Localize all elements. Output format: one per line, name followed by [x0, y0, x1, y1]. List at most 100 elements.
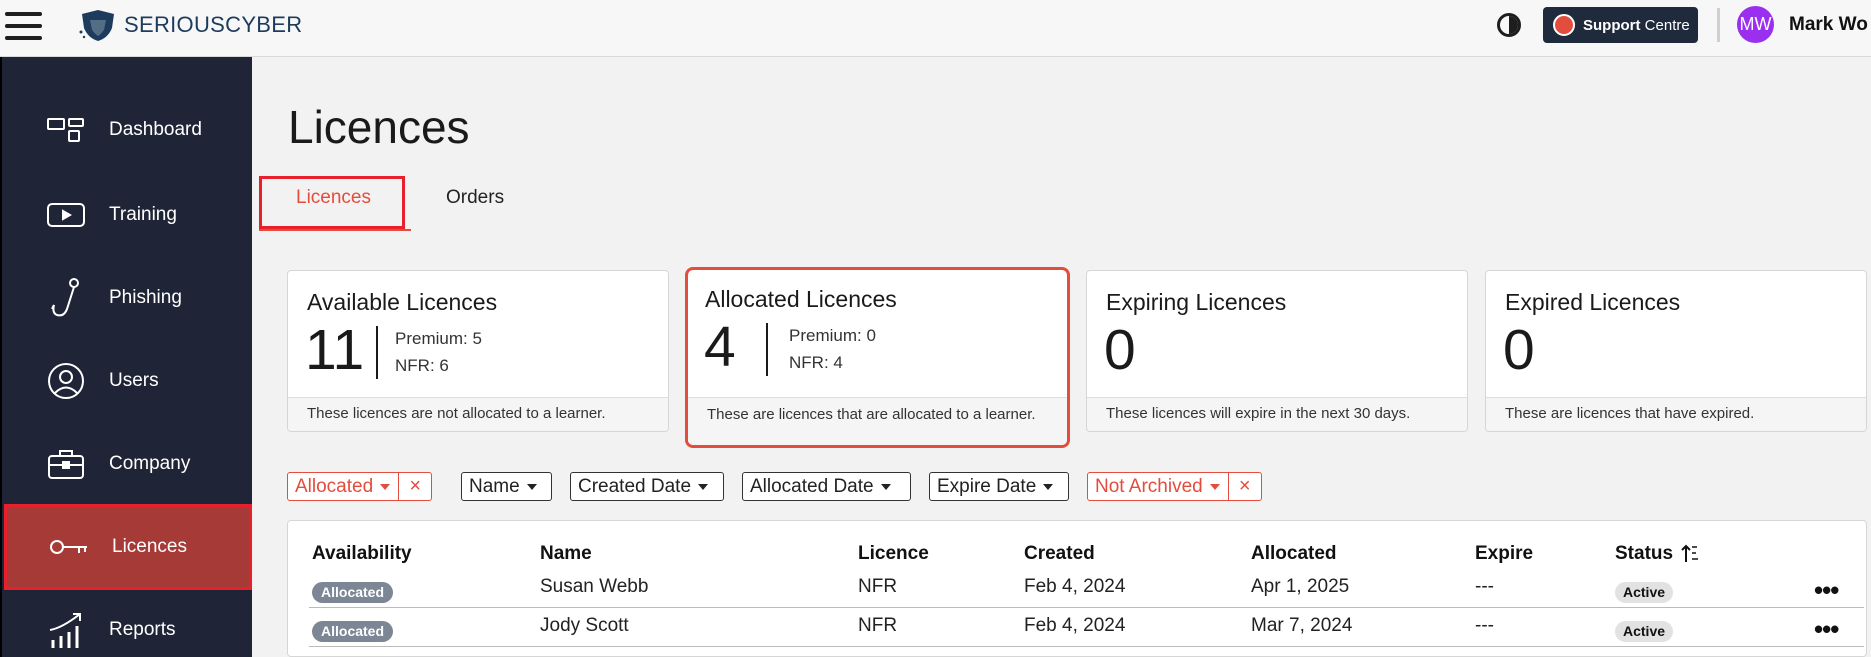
briefcase-icon [46, 444, 86, 484]
shield-logo-icon [79, 10, 114, 41]
availability-badge: Allocated [312, 582, 394, 603]
column-header-expire[interactable]: Expire [1475, 543, 1533, 565]
card-title: Allocated Licences [705, 286, 897, 312]
column-header-created[interactable]: Created [1024, 543, 1095, 565]
column-header-name[interactable]: Name [540, 543, 592, 565]
support-centre-button[interactable]: Support Centre [1543, 7, 1698, 43]
card-footer: These are licences that are allocated to… [688, 397, 1067, 445]
filter-expire-date[interactable]: Expire Date [929, 472, 1069, 501]
column-header-licence[interactable]: Licence [858, 543, 929, 565]
chevron-down-icon [526, 483, 537, 490]
filter-label: Name [469, 475, 520, 497]
cell-name: Jody Scott [540, 615, 629, 636]
tab-active-underline [259, 229, 411, 231]
card-nfr-count: NFR: 6 [395, 356, 449, 375]
card-expired-licences[interactable]: Expired Licences 0 These are licences th… [1485, 270, 1867, 432]
card-title: Available Licences [307, 289, 498, 315]
table-row[interactable] [309, 647, 1864, 656]
card-title: Expired Licences [1505, 289, 1681, 315]
cell-allocated: Apr 1, 2025 [1251, 576, 1350, 597]
filter-label: Not Archived [1095, 475, 1203, 497]
logo[interactable]: SERIOUSCYBER [78, 8, 302, 42]
card-separator [376, 326, 378, 379]
sort-ascending-icon[interactable] [1681, 544, 1699, 564]
headset-icon [1553, 14, 1575, 36]
filter-label: Allocated Date [750, 475, 874, 497]
menu-icon[interactable] [5, 12, 42, 40]
play-icon [46, 195, 86, 235]
status-badge: Active [1615, 582, 1674, 603]
card-title: Expiring Licences [1106, 289, 1287, 315]
sidebar-item-reports[interactable]: Reports [2, 587, 252, 657]
sidebar-item-dashboard[interactable]: Dashboard [2, 87, 252, 173]
filter-allocated-date[interactable]: Allocated Date [742, 472, 911, 501]
sidebar-item-company[interactable]: Company [2, 421, 252, 507]
table-row[interactable]: Allocated Jody Scott NFR Feb 4, 2024 Mar… [309, 608, 1864, 647]
chevron-down-icon [1209, 483, 1220, 490]
key-icon [49, 527, 89, 567]
card-footer: These are licences that have expired. [1486, 397, 1866, 431]
user-icon [46, 361, 86, 401]
card-premium-count: Premium: 5 [395, 329, 482, 348]
tab-licences[interactable]: Licences [296, 187, 371, 209]
availability-badge: Allocated [312, 621, 394, 642]
sidebar-item-training[interactable]: Training [2, 172, 252, 258]
cell-licence: NFR [858, 576, 898, 597]
card-allocated-licences[interactable]: Allocated Licences 4 Premium: 0 NFR: 4 T… [685, 267, 1070, 448]
avatar[interactable]: MW [1737, 6, 1774, 43]
card-value: 11 [305, 318, 365, 382]
tab-orders[interactable]: Orders [446, 187, 504, 209]
card-footer: These licences will expire in the next 3… [1087, 397, 1467, 431]
filter-label: Created Date [578, 475, 692, 497]
hook-icon [46, 278, 86, 318]
status-badge: Active [1615, 621, 1674, 642]
close-icon[interactable]: × [398, 473, 431, 500]
filter-archived[interactable]: Not Archived × [1087, 472, 1262, 501]
column-header-allocated[interactable]: Allocated [1251, 543, 1337, 565]
contrast-icon[interactable] [1497, 13, 1521, 37]
column-header-availability[interactable]: Availability [312, 543, 412, 565]
card-footer: These licences are not allocated to a le… [288, 397, 668, 431]
card-nfr-count: NFR: 4 [789, 353, 843, 372]
sidebar: Dashboard Training Phishing Users Compan… [0, 57, 252, 657]
logo-text: SERIOUSCYBER [124, 12, 303, 37]
cell-expire: --- [1475, 615, 1494, 636]
cell-allocated: Mar 7, 2024 [1251, 615, 1353, 636]
cell-licence: NFR [858, 615, 898, 636]
filter-label: Allocated [295, 475, 374, 497]
filter-availability[interactable]: Allocated × [287, 472, 433, 501]
card-separator [766, 323, 768, 376]
cell-expire: --- [1475, 576, 1494, 597]
column-header-status[interactable]: Status [1615, 543, 1699, 565]
licences-table: Availability Name Licence Created Alloca… [287, 520, 1867, 657]
support-label: Support Centre [1583, 16, 1690, 34]
cell-name: Susan Webb [540, 576, 649, 597]
card-available-licences[interactable]: Available Licences 11 Premium: 5 NFR: 6 … [287, 270, 669, 432]
card-value: 4 [704, 315, 736, 379]
user-name[interactable]: Mark Wo [1789, 14, 1868, 36]
chevron-down-icon [380, 483, 391, 490]
divider [1717, 8, 1720, 42]
card-expiring-licences[interactable]: Expiring Licences 0 These licences will … [1086, 270, 1468, 432]
top-bar: SERIOUSCYBER Support Centre MW Mark Wo [0, 0, 1871, 57]
chevron-down-icon [880, 483, 891, 490]
more-options-icon[interactable]: ••• [1814, 575, 1839, 606]
card-value: 0 [1503, 318, 1535, 382]
card-value: 0 [1104, 318, 1136, 382]
filter-created-date[interactable]: Created Date [570, 472, 724, 501]
card-premium-count: Premium: 0 [789, 326, 876, 345]
table-row[interactable]: Allocated Susan Webb NFR Feb 4, 2024 Apr… [309, 569, 1864, 608]
cell-created: Feb 4, 2024 [1024, 615, 1126, 636]
more-options-icon[interactable]: ••• [1814, 614, 1839, 645]
chevron-down-icon [1043, 483, 1054, 490]
dashboard-icon [46, 110, 86, 150]
sidebar-item-phishing[interactable]: Phishing [2, 255, 252, 341]
close-icon[interactable]: × [1227, 473, 1261, 500]
sidebar-item-licences[interactable]: Licences [4, 504, 252, 590]
chart-icon [46, 610, 86, 650]
chevron-down-icon [698, 483, 709, 490]
cell-created: Feb 4, 2024 [1024, 576, 1126, 597]
page-title: Licences [288, 101, 470, 153]
filter-name[interactable]: Name [461, 472, 552, 501]
sidebar-item-users[interactable]: Users [2, 338, 252, 424]
